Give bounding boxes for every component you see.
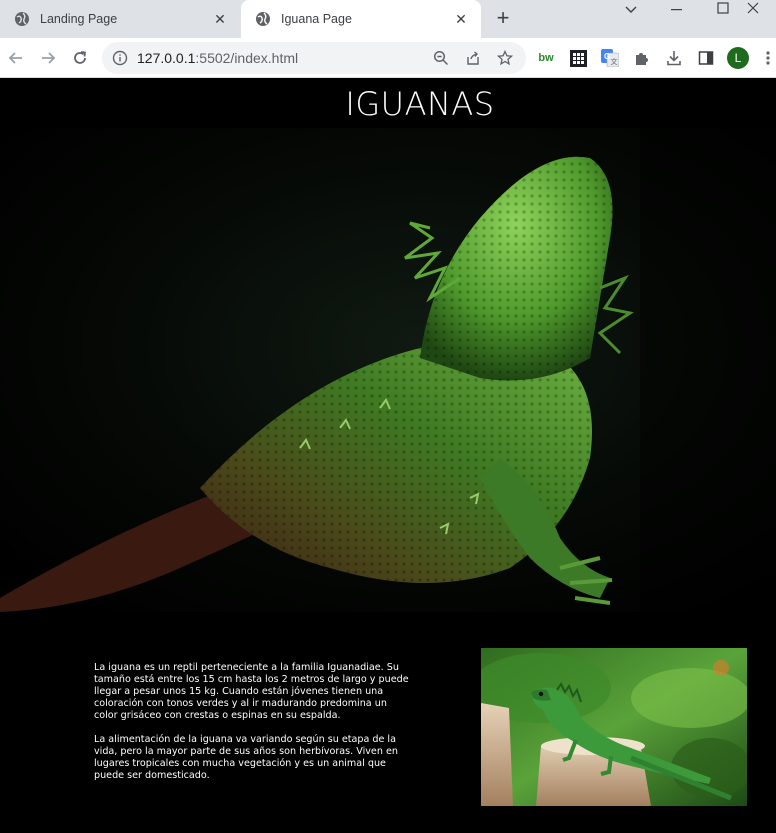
side-panel-icon[interactable] [696, 48, 716, 68]
bw-extension-icon[interactable]: bw [536, 48, 556, 68]
download-icon[interactable] [664, 48, 684, 68]
url-host: 127.0.0.1 [137, 50, 196, 66]
close-icon[interactable]: ✕ [212, 11, 228, 27]
web-page: IGUANAS La iguana es un reptil perteneci… [0, 79, 776, 833]
zoom-icon[interactable] [432, 49, 450, 67]
profile-avatar[interactable]: L [727, 47, 749, 69]
translate-extension-icon[interactable]: G文 [600, 48, 620, 68]
paragraph: La alimentación de la iguana va variando… [94, 734, 398, 781]
tab-strip: Landing Page ✕ Iguana Page ✕ + [0, 0, 776, 38]
globe-icon [15, 12, 29, 26]
tab-landing-page[interactable]: Landing Page ✕ [0, 0, 240, 38]
star-icon[interactable] [496, 49, 514, 67]
svg-text:G: G [604, 52, 610, 61]
menu-icon[interactable] [758, 48, 776, 68]
tab-iguana-page[interactable]: Iguana Page ✕ [241, 0, 481, 38]
reload-icon [74, 51, 87, 64]
info-icon[interactable] [112, 50, 128, 66]
reload-button[interactable] [68, 46, 92, 70]
share-icon[interactable] [464, 49, 482, 67]
minimize-button[interactable] [654, 0, 700, 20]
back-button[interactable] [4, 46, 28, 70]
qr-extension-icon[interactable] [568, 48, 588, 68]
arrow-left-icon [8, 52, 22, 64]
address-bar[interactable]: 127.0.0.1:5502/index.html [102, 42, 526, 74]
close-window-button[interactable] [730, 0, 776, 18]
new-tab-button[interactable]: + [492, 7, 514, 30]
tab-title: Landing Page [40, 12, 118, 26]
close-icon[interactable]: ✕ [453, 11, 469, 27]
tab-title: Iguana Page [281, 12, 352, 26]
arrow-right-icon [42, 52, 56, 64]
hero-lizard-image [0, 128, 776, 612]
svg-text:文: 文 [611, 57, 618, 66]
puzzle-icon[interactable] [632, 48, 652, 68]
forward-button[interactable] [36, 46, 60, 70]
paragraph: La iguana es un reptil perteneciente a l… [94, 662, 409, 721]
description-text: La iguana es un reptil perteneciente a l… [94, 662, 412, 794]
iguana-photo [481, 648, 747, 806]
globe-icon [256, 12, 270, 26]
url-path: :5502/index.html [195, 50, 299, 66]
page-title: IGUANAS [345, 85, 495, 123]
tab-search-icon[interactable] [608, 0, 654, 20]
url-text: 127.0.0.1:5502/index.html [137, 50, 298, 66]
browser-toolbar: 127.0.0.1:5502/index.html bw G文 L [0, 38, 776, 78]
